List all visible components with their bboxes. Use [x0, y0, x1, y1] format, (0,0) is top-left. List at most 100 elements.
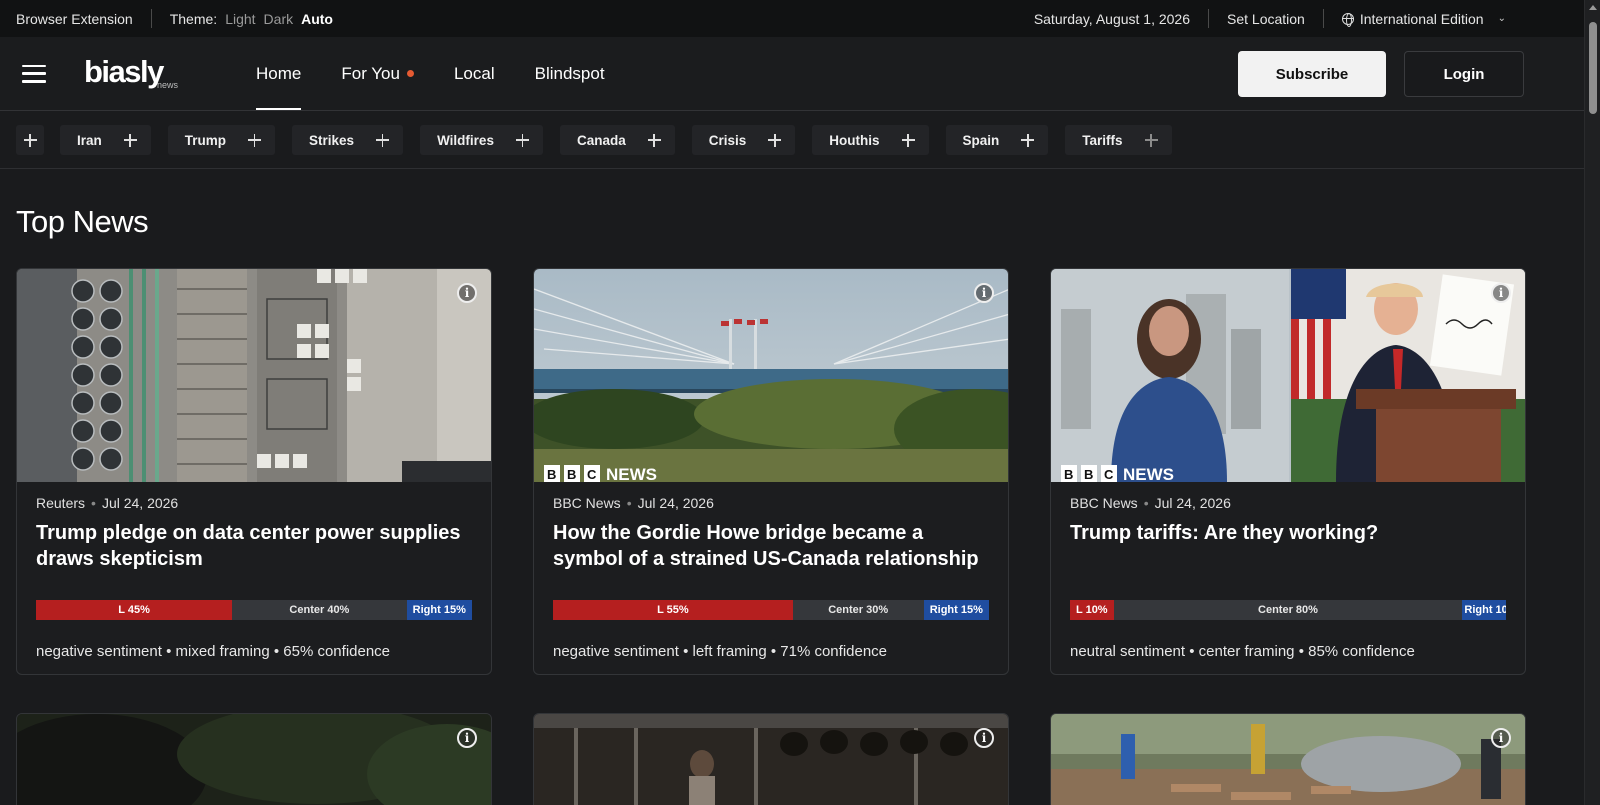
bias-right-segment: Right 10%: [1462, 600, 1506, 620]
theme-light-option[interactable]: Light: [225, 11, 255, 27]
info-icon[interactable]: i: [1491, 283, 1511, 303]
article-image[interactable]: i: [17, 269, 491, 482]
nav-local[interactable]: Local: [454, 37, 495, 110]
divider: [1322, 9, 1324, 28]
info-icon[interactable]: i: [457, 728, 477, 748]
menu-icon[interactable]: [22, 64, 46, 83]
scrollbar-thumb[interactable]: [1589, 22, 1597, 114]
article-headline[interactable]: Trump tariffs: Are they working?: [1070, 520, 1510, 546]
topic-chip-tariffs[interactable]: Tariffs: [1065, 125, 1172, 155]
topic-chip-strikes[interactable]: Strikes: [292, 125, 404, 155]
topic-label: Crisis: [708, 132, 747, 148]
globe-icon: [1341, 12, 1354, 27]
article-image[interactable]: BBC NEWS i: [534, 269, 1008, 482]
bias-center-segment: Center 40%: [232, 600, 407, 620]
plus-icon[interactable]: [1144, 133, 1158, 147]
topic-label: Wildfires: [437, 132, 494, 148]
scroll-up-icon[interactable]: [1589, 5, 1597, 10]
bias-right-segment: Right 15%: [406, 600, 472, 620]
divider: [1208, 9, 1209, 28]
article-headline[interactable]: Trump pledge on data center power suppli…: [36, 520, 476, 572]
topic-chip-houthis[interactable]: Houthis: [812, 125, 929, 155]
nav-home[interactable]: Home: [256, 37, 302, 110]
edition-selector[interactable]: International Edition ⌄: [1341, 11, 1506, 27]
theme-label: Theme:: [169, 10, 218, 27]
topic-chip-spain[interactable]: Spain: [945, 125, 1049, 155]
nav-home-label: Home: [256, 63, 302, 83]
article-image[interactable]: BBC NEWS i: [1051, 269, 1525, 482]
info-icon[interactable]: i: [457, 283, 477, 303]
set-location-link[interactable]: Set Location: [1227, 11, 1305, 27]
sentiment-summary: negative sentiment • left framing • 71% …: [553, 643, 888, 660]
article-image[interactable]: i: [1051, 714, 1525, 805]
bias-left-segment: L 10%: [1070, 600, 1114, 620]
plus-icon[interactable]: [768, 133, 782, 147]
plus-icon: [23, 133, 37, 147]
subscribe-button[interactable]: Subscribe: [1238, 51, 1386, 97]
topic-label: Trump: [184, 132, 227, 148]
info-icon[interactable]: i: [1491, 728, 1511, 748]
article-meta: BBC News • Jul 24, 2026: [553, 495, 714, 511]
plus-icon[interactable]: [248, 133, 262, 147]
nav-blindspot[interactable]: Blindspot: [535, 37, 605, 110]
topic-chip-crisis[interactable]: Crisis: [691, 125, 796, 155]
svg-text:B: B: [567, 467, 576, 482]
section-title: Top News: [16, 204, 149, 239]
article-headline[interactable]: How the Gordie Howe bridge became a symb…: [553, 520, 993, 572]
nav-for-you[interactable]: For You: [341, 37, 414, 110]
news-card[interactable]: BBC NEWS i BBC News • Jul 24, 2026 How the…: [533, 268, 1009, 675]
add-topic-button[interactable]: [16, 125, 44, 155]
svg-text:B: B: [1084, 467, 1093, 482]
bias-bar: L 55% Center 30% Right 15%: [553, 600, 989, 620]
publish-date: Jul 24, 2026: [101, 495, 179, 511]
source-name: Reuters: [36, 495, 86, 511]
article-meta: BBC News • Jul 24, 2026: [1070, 495, 1231, 511]
current-date: Saturday, August 1, 2026: [1033, 10, 1190, 27]
nav-local-label: Local: [453, 63, 495, 83]
plus-icon[interactable]: [647, 133, 661, 147]
svg-text:C: C: [1104, 467, 1114, 482]
topic-chip-canada[interactable]: Canada: [559, 125, 675, 155]
topic-chip-iran[interactable]: Iran: [60, 125, 151, 155]
bias-center-segment: Center 80%: [1113, 600, 1463, 620]
plus-icon[interactable]: [1021, 133, 1035, 147]
article-image[interactable]: i: [17, 714, 491, 805]
page-scrollbar[interactable]: [1584, 0, 1600, 805]
topic-chip-trump[interactable]: Trump: [167, 125, 276, 155]
plus-icon[interactable]: [901, 133, 915, 147]
bias-bar: L 45% Center 40% Right 15%: [36, 600, 472, 620]
news-card[interactable]: i: [533, 713, 1009, 805]
topic-label: Spain: [962, 132, 1000, 148]
browser-extension-link[interactable]: Browser Extension: [16, 11, 133, 27]
sentiment-summary: negative sentiment • mixed framing • 65%…: [36, 643, 391, 660]
publish-date: Jul 24, 2026: [637, 495, 714, 511]
info-icon[interactable]: i: [974, 728, 994, 748]
bias-center-segment: Center 30%: [792, 600, 924, 620]
logo[interactable]: biasly news: [84, 54, 204, 94]
plus-icon[interactable]: [515, 133, 529, 147]
chevron-down-icon: ⌄: [1497, 13, 1506, 24]
svg-text:C: C: [587, 467, 597, 482]
bias-left-segment: L 55%: [553, 600, 793, 620]
news-card[interactable]: i Reuters • Jul 24, 2026 Trump pledge on d…: [16, 268, 492, 675]
utility-bar: Browser Extension Theme: Light Dark Auto…: [0, 0, 1584, 37]
login-button[interactable]: Login: [1404, 51, 1524, 97]
plus-icon[interactable]: [123, 133, 137, 147]
topic-label: Strikes: [309, 132, 355, 148]
theme-auto-option[interactable]: Auto: [301, 11, 333, 27]
news-card[interactable]: BBC NEWS i BBC News • Jul 24, 2026 Trump t…: [1050, 268, 1526, 675]
article-image[interactable]: i: [534, 714, 1008, 805]
plus-icon[interactable]: [376, 133, 390, 147]
theme-dark-option[interactable]: Dark: [264, 11, 294, 27]
nav-links: Home For You Local Blindspot: [256, 37, 645, 110]
news-card[interactable]: i: [1050, 713, 1526, 805]
topic-label: Tariffs: [1082, 132, 1123, 148]
topic-chip-wildfires[interactable]: Wildfires: [420, 125, 543, 155]
news-card[interactable]: i: [16, 713, 492, 805]
notification-dot: [406, 70, 414, 77]
publish-date: Jul 24, 2026: [1154, 495, 1231, 511]
info-icon[interactable]: i: [974, 283, 994, 303]
svg-text:NEWS: NEWS: [606, 465, 657, 482]
bias-right-segment: Right 15%: [923, 600, 989, 620]
nav-blindspot-label: Blindspot: [534, 63, 605, 83]
